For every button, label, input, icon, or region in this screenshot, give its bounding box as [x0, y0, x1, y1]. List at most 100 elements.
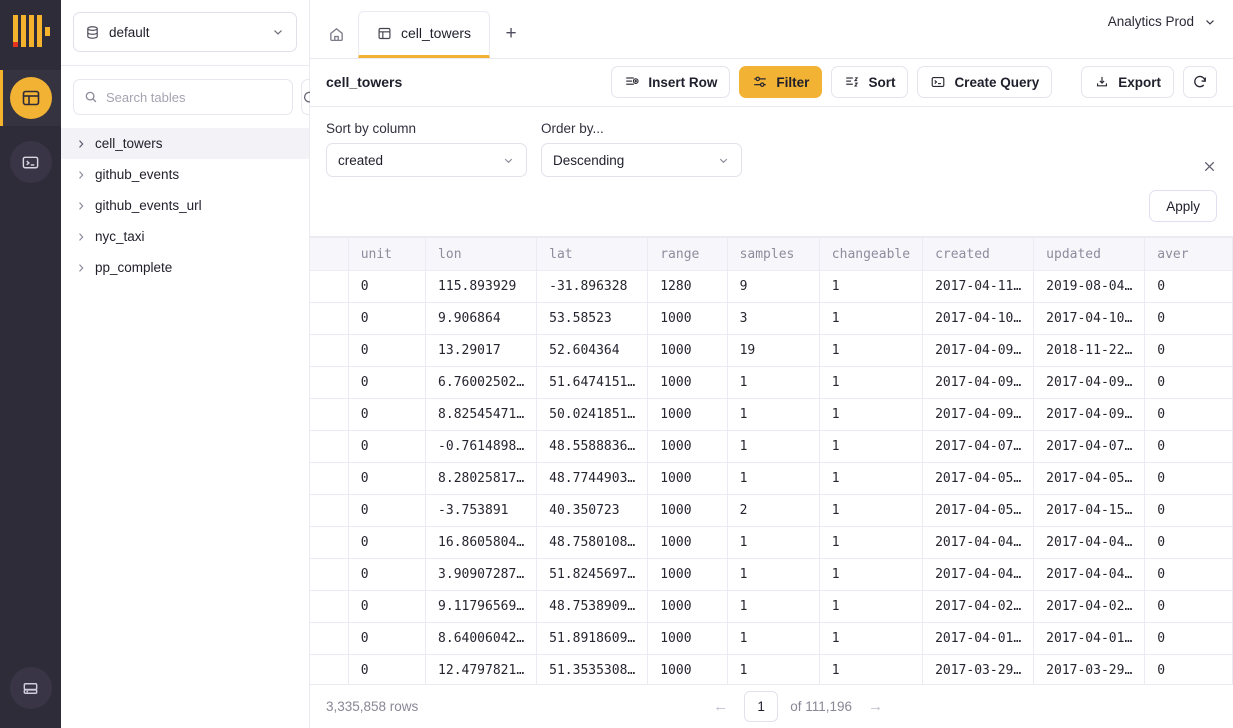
cell-changeable[interactable]: 1 [819, 559, 922, 591]
cell-created[interactable]: 2017-04-11… [923, 271, 1034, 303]
cell-range[interactable]: 1000 [648, 559, 727, 591]
sort-column-select[interactable]: created [326, 143, 527, 177]
cell-unit[interactable]: 0 [348, 367, 425, 399]
cell-samples[interactable]: 2 [727, 495, 819, 527]
cell-created[interactable]: 2017-04-02… [923, 591, 1034, 623]
cell-lon[interactable]: 13.29017 [426, 335, 537, 367]
cell-aver[interactable]: 0 [1145, 399, 1233, 431]
cell-cell[interactable]: 0355118 [310, 559, 348, 591]
cell-cell[interactable]: 792873 [310, 527, 348, 559]
cell-unit[interactable]: 0 [348, 623, 425, 655]
cell-unit[interactable]: 0 [348, 559, 425, 591]
database-selector[interactable]: default [73, 12, 297, 52]
cell-aver[interactable]: 0 [1145, 367, 1233, 399]
cell-samples[interactable]: 1 [727, 591, 819, 623]
table-row[interactable]: 41633 0 12.4797821… 51.3535308… 1000 1 1… [310, 655, 1233, 685]
sidebar-item-pp-complete[interactable]: pp_complete [61, 252, 309, 283]
table-row[interactable]: 244359360 0 -3.753891 40.350723 1000 2 1… [310, 495, 1233, 527]
cell-aver[interactable]: 0 [1145, 335, 1233, 367]
next-page-button[interactable]: → [864, 698, 887, 715]
table-row[interactable]: 65115020 0 8.82545471… 50.0241851… 1000 … [310, 399, 1233, 431]
cell-cell[interactable]: 211965261 [310, 271, 348, 303]
cell-range[interactable]: 1000 [648, 431, 727, 463]
cell-range[interactable]: 1000 [648, 623, 727, 655]
cell-cell[interactable]: 63149356 [310, 463, 348, 495]
cell-changeable[interactable]: 1 [819, 655, 922, 685]
cell-aver[interactable]: 0 [1145, 623, 1233, 655]
cell-changeable[interactable]: 1 [819, 495, 922, 527]
tab-cell-towers[interactable]: cell_towers [358, 11, 490, 58]
cell-lat[interactable]: 48.7580108… [537, 527, 648, 559]
cell-lat[interactable]: 50.0241851… [537, 399, 648, 431]
table-row[interactable]: 33675743 0 9.11796569… 48.7538909… 1000 … [310, 591, 1233, 623]
cell-lon[interactable]: 16.8605804… [426, 527, 537, 559]
column-header-lon[interactable]: lon [426, 238, 537, 271]
cell-unit[interactable]: 0 [348, 591, 425, 623]
cell-range[interactable]: 1000 [648, 303, 727, 335]
filter-button[interactable]: Filter [739, 66, 822, 98]
cell-aver[interactable]: 0 [1145, 559, 1233, 591]
cell-aver[interactable]: 0 [1145, 495, 1233, 527]
create-query-button[interactable]: Create Query [917, 66, 1052, 98]
cell-lon[interactable]: 12.4797821… [426, 655, 537, 685]
cell-range[interactable]: 1280 [648, 271, 727, 303]
sidebar-item-github-events[interactable]: github_events [61, 159, 309, 190]
cell-samples[interactable]: 1 [727, 463, 819, 495]
cell-lat[interactable]: 48.7538909… [537, 591, 648, 623]
apply-button[interactable]: Apply [1149, 190, 1217, 222]
add-tab-button[interactable]: + [490, 11, 532, 58]
cell-unit[interactable]: 0 [348, 399, 425, 431]
cell-created[interactable]: 2017-04-04… [923, 527, 1034, 559]
cell-unit[interactable]: 0 [348, 495, 425, 527]
table-row[interactable]: 211965261 0 115.893929 -31.896328 1280 9… [310, 271, 1233, 303]
cell-lat[interactable]: 51.8245697… [537, 559, 648, 591]
close-sort-panel-button[interactable] [1202, 159, 1217, 174]
cell-lon[interactable]: 6.76002502… [426, 367, 537, 399]
column-header-samples[interactable]: samples [727, 238, 819, 271]
cell-samples[interactable]: 1 [727, 367, 819, 399]
cell-lon[interactable]: 8.82545471… [426, 399, 537, 431]
rail-item-server[interactable] [0, 660, 61, 716]
export-button[interactable]: Export [1081, 66, 1174, 98]
cell-cell[interactable]: 4336214 [310, 335, 348, 367]
column-header-updated[interactable]: updated [1034, 238, 1145, 271]
cell-aver[interactable]: 0 [1145, 431, 1233, 463]
cell-created[interactable]: 2017-04-05… [923, 495, 1034, 527]
table-row[interactable]: 762697 0 8.64006042… 51.8918609… 1000 1 … [310, 623, 1233, 655]
cell-unit[interactable]: 0 [348, 463, 425, 495]
table-row[interactable]: 63149356 0 8.28025817… 48.7744903… 1000 … [310, 463, 1233, 495]
cell-samples[interactable]: 1 [727, 623, 819, 655]
cell-changeable[interactable]: 1 [819, 431, 922, 463]
cell-updated[interactable]: 2017-04-02… [1034, 591, 1145, 623]
cell-range[interactable]: 1000 [648, 399, 727, 431]
cell-updated[interactable]: 2017-04-09… [1034, 367, 1145, 399]
cell-updated[interactable]: 2017-04-04… [1034, 559, 1145, 591]
sidebar-item-nyc-taxi[interactable]: nyc_taxi [61, 221, 309, 252]
column-header-changeable[interactable]: changeable [819, 238, 922, 271]
cell-samples[interactable]: 3 [727, 303, 819, 335]
cell-changeable[interactable]: 1 [819, 335, 922, 367]
cell-lat[interactable]: 51.8918609… [537, 623, 648, 655]
cell-lat[interactable]: 51.6474151… [537, 367, 648, 399]
cell-changeable[interactable]: 1 [819, 271, 922, 303]
cell-range[interactable]: 1000 [648, 495, 727, 527]
cell-updated[interactable]: 2017-04-15… [1034, 495, 1145, 527]
column-header-unit[interactable]: unit [348, 238, 425, 271]
cell-cell[interactable]: 65115020 [310, 399, 348, 431]
cell-created[interactable]: 2017-03-29… [923, 655, 1034, 685]
home-button[interactable] [314, 11, 358, 58]
cell-lon[interactable]: -0.7614898… [426, 431, 537, 463]
column-header-created[interactable]: created [923, 238, 1034, 271]
cell-samples[interactable]: 1 [727, 399, 819, 431]
sort-button[interactable]: Sort [831, 66, 908, 98]
cell-samples[interactable]: 1 [727, 527, 819, 559]
cell-lat[interactable]: 52.604364 [537, 335, 648, 367]
cell-cell[interactable]: 9877910 [310, 431, 348, 463]
cell-cell[interactable]: 244359360 [310, 495, 348, 527]
cell-range[interactable]: 1000 [648, 655, 727, 685]
cell-aver[interactable]: 0 [1145, 655, 1233, 685]
cell-samples[interactable]: 19 [727, 335, 819, 367]
cell-samples[interactable]: 1 [727, 559, 819, 591]
table-row[interactable]: 7355082 0 9.906864 53.58523 1000 3 1 201… [310, 303, 1233, 335]
cell-cell[interactable]: 33675743 [310, 591, 348, 623]
